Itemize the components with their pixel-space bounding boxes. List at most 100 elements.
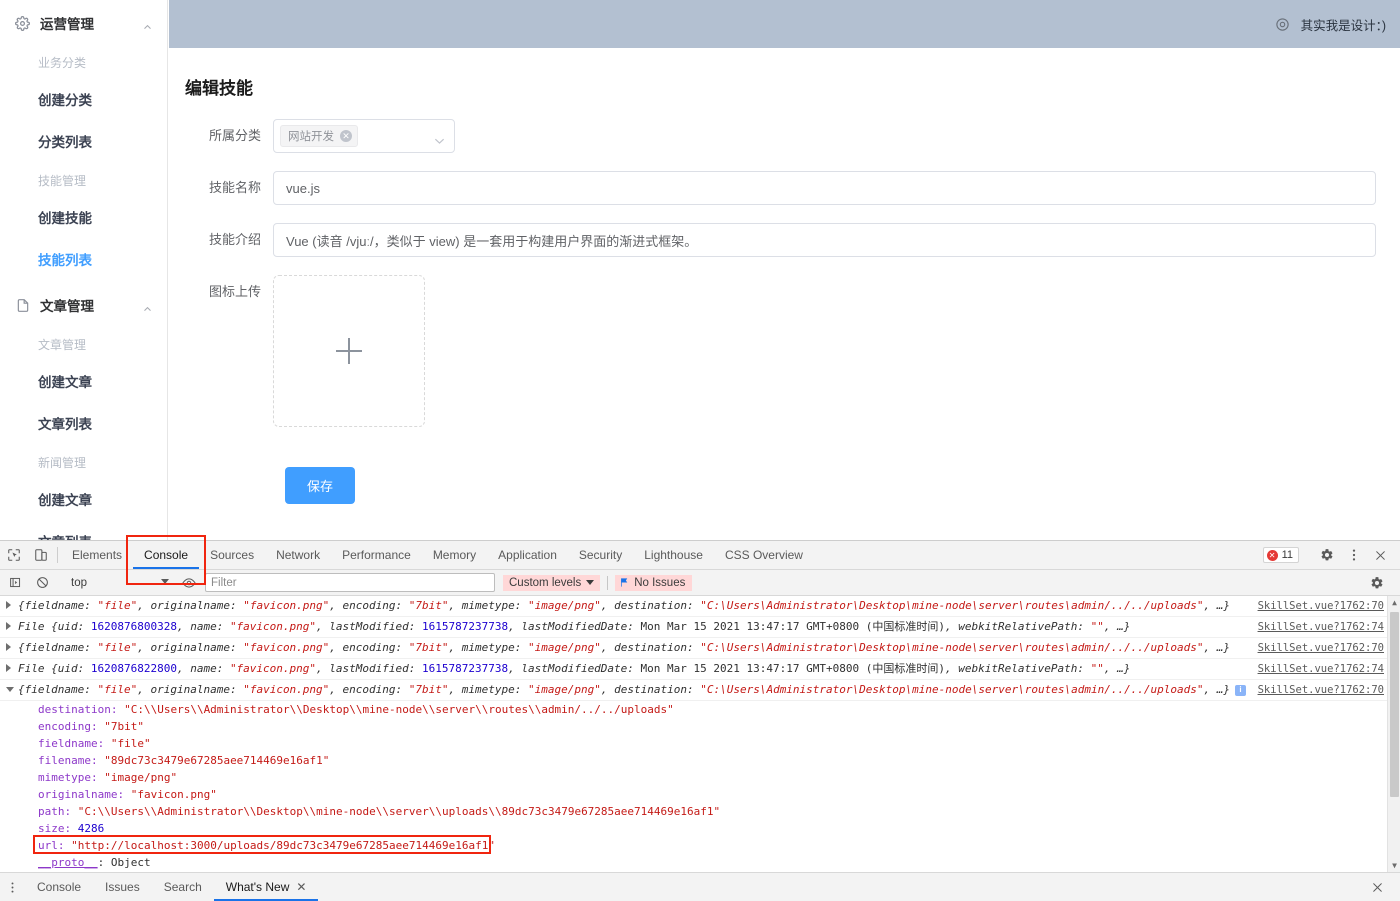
tab-performance[interactable]: Performance bbox=[331, 541, 422, 569]
tab-elements[interactable]: Elements bbox=[61, 541, 133, 569]
expand-triangle-icon[interactable] bbox=[6, 664, 11, 672]
console-log-source-link[interactable]: SkillSet.vue?1762:70 bbox=[1258, 641, 1384, 655]
settings-gear-icon[interactable] bbox=[1313, 548, 1340, 562]
tab-memory[interactable]: Memory bbox=[422, 541, 487, 569]
drawer-tab-console[interactable]: Console bbox=[25, 873, 93, 901]
collapse-triangle-icon[interactable] bbox=[6, 687, 14, 692]
scrollbar-thumb[interactable] bbox=[1390, 612, 1399, 797]
console-log-message: {fieldname: "file", originalname: "favic… bbox=[18, 599, 1231, 612]
console-log-message: {fieldname: "file", originalname: "favic… bbox=[18, 683, 1231, 696]
expand-triangle-icon[interactable] bbox=[6, 643, 11, 651]
device-toolbar-icon[interactable] bbox=[27, 541, 54, 569]
property-value: "favicon.png" bbox=[130, 788, 217, 801]
console-message-list[interactable]: {fieldname: "file", originalname: "favic… bbox=[0, 596, 1400, 872]
tab-network[interactable]: Network bbox=[265, 541, 331, 569]
sidebar: 运营管理 业务分类 创建分类 分类列表 技能管理 创建技能 技能列表 文章管理 … bbox=[0, 0, 168, 540]
category-tag-label: 网站开发 bbox=[288, 131, 334, 143]
tab-css-overview[interactable]: CSS Overview bbox=[714, 541, 814, 569]
object-property-row[interactable]: encoding: "7bit" bbox=[0, 718, 1400, 735]
tab-sources[interactable]: Sources bbox=[199, 541, 265, 569]
sidebar-item-create-article[interactable]: 创建文章 bbox=[0, 362, 167, 404]
gear-avatar-icon bbox=[1275, 17, 1290, 32]
clear-console-icon[interactable] bbox=[29, 576, 56, 589]
console-settings-gear-icon[interactable] bbox=[1363, 576, 1390, 590]
sidebar-group-articles[interactable]: 文章管理 bbox=[0, 282, 167, 328]
close-drawer-icon[interactable] bbox=[1364, 881, 1391, 894]
console-log-row[interactable]: File {uid: 1620876800328, name: "favicon… bbox=[0, 617, 1400, 638]
log-levels-dropdown[interactable]: Custom levels bbox=[503, 574, 601, 591]
caret-down-icon bbox=[161, 579, 169, 584]
tab-security[interactable]: Security bbox=[568, 541, 633, 569]
user-name-label: 其实我是设计：) bbox=[1300, 18, 1386, 33]
expand-triangle-icon[interactable] bbox=[6, 601, 11, 609]
issues-label: No Issues bbox=[634, 576, 686, 589]
object-property-row[interactable]: destination: "C:\\Users\\Administrator\\… bbox=[0, 701, 1400, 718]
sidebar-item-category-list[interactable]: 分类列表 bbox=[0, 122, 167, 164]
chevron-down-icon bbox=[434, 132, 445, 150]
sidebar-group-operations[interactable]: 运营管理 bbox=[0, 0, 167, 46]
console-log-source-link[interactable]: SkillSet.vue?1762:70 bbox=[1258, 683, 1384, 697]
inspect-element-icon[interactable] bbox=[0, 541, 27, 569]
object-property-row[interactable]: filename: "89dc73c3479e67285aee714469e16… bbox=[0, 752, 1400, 769]
devtools-drawer-tabbar: Console Issues Search What's New ✕ bbox=[0, 872, 1400, 901]
tag-close-icon[interactable]: ✕ bbox=[340, 130, 352, 142]
drawer-tab-search[interactable]: Search bbox=[152, 873, 214, 901]
expand-triangle-icon[interactable] bbox=[6, 622, 11, 630]
save-button[interactable]: 保存 bbox=[285, 467, 356, 504]
property-key: mimetype: bbox=[38, 771, 105, 784]
sidebar-item-article-list[interactable]: 文章列表 bbox=[0, 404, 167, 446]
scroll-down-arrow-icon[interactable]: ▼ bbox=[1388, 859, 1400, 872]
proto-key: __proto__ bbox=[38, 856, 98, 869]
object-property-row[interactable]: size: 4286 bbox=[0, 820, 1400, 837]
sidebar-item-create-news[interactable]: 创建文章 bbox=[0, 480, 167, 522]
scroll-up-arrow-icon[interactable]: ▲ bbox=[1388, 596, 1400, 609]
skill-intro-input[interactable] bbox=[273, 223, 1376, 257]
more-options-kebab-icon[interactable] bbox=[1340, 548, 1367, 562]
execute-step-icon[interactable] bbox=[2, 576, 29, 589]
object-proto-row[interactable]: __proto__: Object bbox=[0, 854, 1400, 871]
sidebar-item-news-list[interactable]: 文章列表 bbox=[0, 522, 167, 540]
property-key: fieldname: bbox=[38, 737, 111, 750]
proto-value: : Object bbox=[97, 856, 151, 869]
console-log-source-link[interactable]: SkillSet.vue?1762:74 bbox=[1258, 620, 1384, 634]
object-property-row[interactable]: originalname: "favicon.png" bbox=[0, 786, 1400, 803]
console-log-row[interactable]: File {uid: 1620876822800, name: "favicon… bbox=[0, 659, 1400, 680]
sidebar-item-create-skill[interactable]: 创建技能 bbox=[0, 198, 167, 240]
sidebar-item-skill-list[interactable]: 技能列表 bbox=[0, 240, 167, 282]
tab-application[interactable]: Application bbox=[487, 541, 568, 569]
console-log-row[interactable]: {fieldname: "file", originalname: "favic… bbox=[0, 680, 1400, 701]
object-property-row[interactable]: path: "C:\\Users\\Administrator\\Desktop… bbox=[0, 803, 1400, 820]
icon-upload-label: 图标上传 bbox=[208, 284, 261, 299]
property-value: "http://localhost:3000/uploads/89dc73c34… bbox=[71, 839, 495, 852]
skill-name-input[interactable] bbox=[273, 171, 1376, 205]
console-log-source-link[interactable]: SkillSet.vue?1762:70 bbox=[1258, 599, 1384, 613]
drawer-tab-whats-new[interactable]: What's New ✕ bbox=[213, 873, 319, 901]
icon-upload-dropzone[interactable] bbox=[273, 275, 425, 427]
category-select[interactable]: 网站开发 ✕ bbox=[273, 119, 455, 153]
error-count-badge[interactable]: ✕ 11 bbox=[1262, 547, 1299, 563]
drawer-tab-issues[interactable]: Issues bbox=[93, 873, 152, 901]
console-scrollbar[interactable]: ▲ ▼ bbox=[1387, 596, 1400, 872]
close-icon[interactable]: ✕ bbox=[296, 880, 306, 894]
error-count-label: 11 bbox=[1281, 549, 1293, 561]
console-log-source-link[interactable]: SkillSet.vue?1762:74 bbox=[1258, 662, 1384, 676]
object-property-row[interactable]: url: "http://localhost:3000/uploads/89dc… bbox=[0, 835, 1400, 854]
live-expression-eye-icon[interactable] bbox=[175, 576, 202, 590]
sidebar-section-title-business: 业务分类 bbox=[38, 56, 87, 70]
user-menu[interactable]: 其实我是设计：) bbox=[1275, 15, 1386, 34]
object-property-row[interactable]: mimetype: "image/png" bbox=[0, 769, 1400, 786]
issues-button[interactable]: No Issues bbox=[615, 574, 693, 591]
object-property-row[interactable]: fieldname: "file" bbox=[0, 735, 1400, 752]
close-devtools-icon[interactable] bbox=[1367, 549, 1394, 562]
tab-console[interactable]: Console bbox=[133, 541, 200, 569]
sidebar-item-create-category[interactable]: 创建分类 bbox=[0, 80, 167, 122]
console-log-row[interactable]: {fieldname: "file", originalname: "favic… bbox=[0, 596, 1400, 617]
drawer-kebab-menu-icon[interactable] bbox=[0, 873, 25, 901]
issues-flag-icon bbox=[619, 577, 630, 588]
console-log-row[interactable]: {fieldname: "file", originalname: "favic… bbox=[0, 638, 1400, 659]
console-filter-input[interactable] bbox=[205, 573, 495, 592]
tab-lighthouse[interactable]: Lighthouse bbox=[633, 541, 714, 569]
sidebar-section-title-article: 文章管理 bbox=[38, 338, 87, 352]
execution-context-select[interactable]: top bbox=[63, 573, 175, 592]
chevron-up-icon bbox=[143, 20, 151, 29]
